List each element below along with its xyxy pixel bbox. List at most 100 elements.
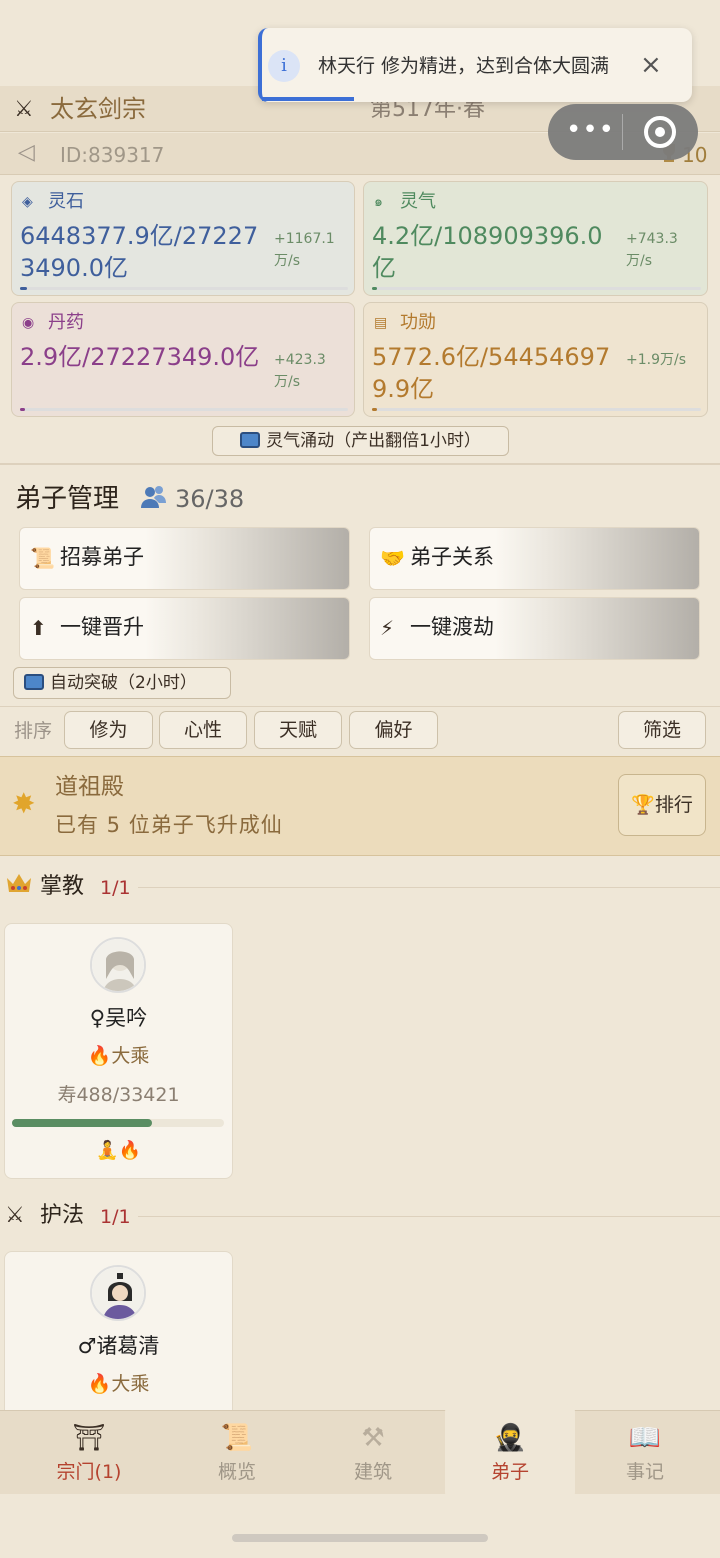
sort-label: 排序: [14, 720, 53, 742]
lifespan-bar-fill: [12, 1119, 152, 1127]
auto-breakthrough-button[interactable]: 自动突破（2小时）: [13, 667, 231, 699]
filter-button[interactable]: 筛选: [618, 711, 706, 749]
resource-rate: +1167.1万/s: [274, 231, 335, 269]
close-target-icon[interactable]: [644, 116, 676, 148]
resource-name: 灵气: [400, 191, 436, 212]
recruit-button[interactable]: 📜 招募弟子: [19, 527, 350, 590]
ranking-button[interactable]: 🏆排行: [618, 774, 706, 836]
role-count-master: 1/1: [100, 877, 131, 899]
crossed-swords-icon: ⚔: [5, 1203, 25, 1228]
role-divider: [138, 1216, 720, 1217]
tab-overview[interactable]: 📜 概览: [172, 1410, 302, 1494]
tab-label: 概览: [217, 1461, 256, 1483]
hall-title: 道祖殿: [55, 774, 124, 800]
tab-disciples[interactable]: 🥷 弟子: [445, 1404, 575, 1500]
resource-bar-fill: [20, 408, 25, 411]
role-name-master: 掌教: [40, 874, 85, 899]
arrow-up-icon: ⬆: [30, 616, 47, 640]
trophy-icon: 🏆: [631, 794, 655, 816]
avatar: [90, 1265, 146, 1321]
crown-icon: [5, 872, 33, 903]
tv-icon: [240, 432, 261, 448]
boost-label: 灵气涌动（产出翻倍1小时）: [266, 431, 481, 451]
home-indicator[interactable]: [232, 1534, 488, 1542]
tab-label: 建筑: [353, 1461, 392, 1483]
hall-desc: 已有 5 位弟子飞升成仙: [55, 813, 283, 837]
toast-message: 林天行 修为精进，达到合体大圆满: [318, 55, 610, 77]
divider: [0, 463, 720, 465]
disciple-realm: 🔥大乘: [87, 1373, 150, 1395]
resource-rate: +423.3万/s: [274, 352, 326, 390]
ink-painting-bg: [495, 598, 699, 659]
back-icon[interactable]: ◁: [18, 140, 35, 166]
sort-chip-talent[interactable]: 天赋: [254, 711, 342, 749]
disciple-count: 36/38: [175, 485, 245, 513]
scroll-icon: 📜: [220, 1423, 254, 1453]
resource-value: 5772.6亿/544546979.9亿: [372, 343, 611, 403]
sort-chip-cultivation[interactable]: 修为: [64, 711, 153, 749]
action-label: 一键晋升: [60, 615, 144, 639]
relations-button[interactable]: 🤝 弟子关系: [369, 527, 700, 590]
capsule-divider: [622, 114, 623, 150]
action-label: 弟子关系: [410, 545, 494, 569]
resource-value: 4.2亿/108909396.0亿: [372, 222, 603, 282]
spirit-stone-icon: ◈: [22, 194, 33, 210]
role-divider: [138, 887, 720, 888]
resource-bar: [372, 408, 701, 411]
action-label: 一键渡劫: [410, 615, 494, 639]
fire-icon: 🔥: [87, 1373, 112, 1395]
toast-progress: [262, 97, 354, 101]
resource-rate: +743.3万/s: [626, 231, 678, 269]
disciple-icon: 🥷: [493, 1423, 527, 1453]
temple-icon: ⛩: [72, 1423, 106, 1453]
avatar: [90, 937, 146, 993]
info-icon: i: [268, 50, 300, 82]
handshake-icon: 🤝: [380, 546, 405, 570]
disciple-name: ♀吴吟: [89, 1006, 148, 1030]
merit-icon: ▤: [374, 315, 388, 331]
people-icon: [140, 484, 168, 519]
tab-buildings[interactable]: ⚒ 建筑: [308, 1410, 438, 1494]
resource-bar: [20, 408, 348, 411]
more-icon[interactable]: •••: [566, 110, 615, 150]
close-icon[interactable]: ×: [640, 50, 662, 80]
star-icon: ✸: [12, 787, 36, 820]
action-label: 招募弟子: [60, 545, 144, 569]
tribulation-all-button[interactable]: ⚡ 一键渡劫: [369, 597, 700, 660]
disciple-lifespan: 寿488/33421: [57, 1084, 180, 1106]
crossed-swords-icon: ⚔: [14, 97, 34, 122]
resource-bar: [372, 287, 701, 290]
disciple-name: ♂诸葛清: [77, 1334, 160, 1358]
disciple-realm: 🔥大乘: [87, 1045, 150, 1067]
auto-breakthrough-label: 自动突破（2小时）: [50, 673, 197, 693]
resource-name: 灵石: [48, 191, 84, 212]
resource-name: 功勋: [400, 312, 436, 333]
lightning-icon: ⚡: [380, 616, 395, 640]
resource-name: 丹药: [48, 312, 84, 333]
resource-merit-card: ▤ 功勋 5772.6亿/544546979.9亿 +1.9万/s: [363, 302, 708, 417]
section-title: 弟子管理: [15, 484, 120, 514]
tools-icon: ⚒: [361, 1423, 385, 1453]
fire-icon: 🔥: [87, 1045, 112, 1067]
role-name-protector: 护法: [40, 1203, 85, 1228]
tab-events[interactable]: 📖 事记: [580, 1410, 710, 1494]
resource-pill-card: ◉ 丹药 2.9亿/27227349.0亿 +423.3万/s: [11, 302, 355, 417]
tab-label: 宗门(1): [56, 1461, 122, 1483]
pill-icon: ◉: [22, 315, 35, 331]
ink-painting-bg: [495, 528, 699, 589]
book-icon: 📖: [628, 1423, 662, 1453]
sect-id: ID:839317: [60, 143, 165, 167]
sort-chip-preference[interactable]: 偏好: [349, 711, 438, 749]
boost-button[interactable]: 灵气涌动（产出翻倍1小时）: [212, 426, 509, 456]
promote-all-button[interactable]: ⬆ 一键晋升: [19, 597, 350, 660]
sort-chip-mind[interactable]: 心性: [159, 711, 247, 749]
tab-label: 事记: [625, 1461, 664, 1483]
lifespan-bar: [12, 1119, 224, 1127]
tab-sect[interactable]: ⛩ 宗门(1): [24, 1410, 154, 1494]
resource-bar-fill: [372, 287, 377, 290]
resource-rate: +1.9万/s: [626, 352, 687, 368]
resource-bar-fill: [20, 287, 27, 290]
tab-label: 弟子: [490, 1461, 529, 1483]
resource-spirit-stone-card: ◈ 灵石 6448377.9亿/272273490.0亿 +1167.1万/s: [11, 181, 355, 296]
hall-banner: [0, 756, 720, 856]
